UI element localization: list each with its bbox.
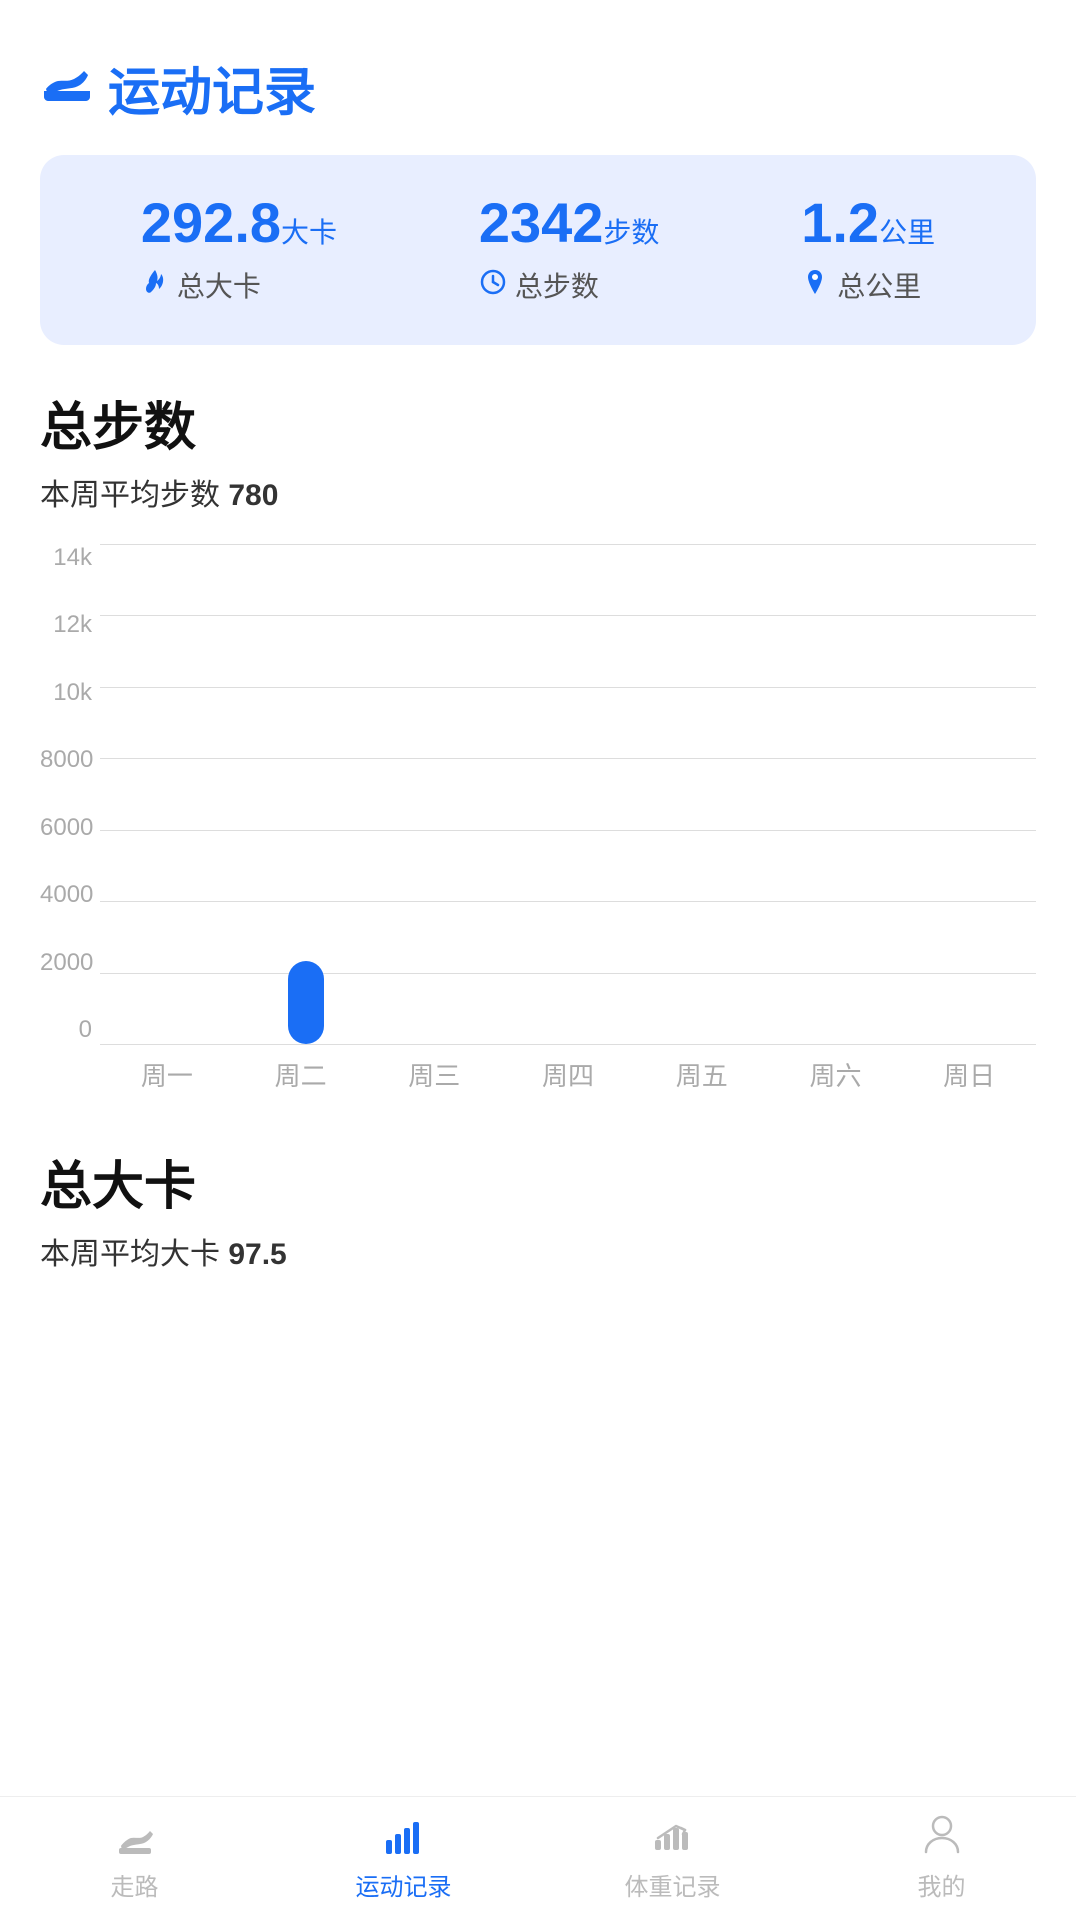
nav-item-walking[interactable]: 走路 <box>0 1812 269 1902</box>
steps-section-title: 总步数 <box>40 385 1036 460</box>
stats-card: 292.8大卡 总大卡 2342步数 <box>40 155 1036 345</box>
stat-calories: 292.8大卡 总大卡 <box>141 195 337 305</box>
y-label-6000: 6000 <box>40 814 100 842</box>
steps-value: 2342步数 <box>479 195 660 251</box>
y-label-8000: 8000 <box>40 746 100 774</box>
nav-label-profile: 我的 <box>918 1867 966 1902</box>
stat-distance: 1.2公里 总公里 <box>801 195 935 305</box>
weight-icon <box>651 1812 695 1861</box>
x-label-tue: 周二 <box>234 1056 368 1093</box>
x-label-sat: 周六 <box>769 1056 903 1093</box>
stat-steps: 2342步数 总步数 <box>479 195 660 305</box>
x-label-mon: 周一 <box>100 1056 234 1093</box>
x-axis: 周一 周二 周三 周四 周五 周六 周日 <box>100 1044 1036 1104</box>
shoe-icon <box>40 55 92 120</box>
exercise-icon <box>382 1812 426 1861</box>
y-label-2000: 2000 <box>40 949 100 977</box>
profile-icon <box>920 1812 964 1861</box>
y-label-4000: 4000 <box>40 881 100 909</box>
nav-label-weight: 体重记录 <box>625 1867 721 1902</box>
header: 运动记录 <box>0 0 1076 145</box>
bottom-nav: 走路 运动记录 体重记录 <box>0 1796 1076 1916</box>
chart-grid-area <box>100 544 1036 1044</box>
pin-icon <box>801 268 829 303</box>
y-label-12k: 12k <box>40 611 100 639</box>
distance-label: 总公里 <box>801 265 921 305</box>
y-axis: 14k 12k 10k 8000 6000 4000 2000 0 <box>40 544 100 1044</box>
page: 运动记录 292.8大卡 总大卡 2342步数 <box>0 0 1076 1916</box>
fire-icon <box>141 268 169 303</box>
nav-label-exercise: 运动记录 <box>356 1867 452 1902</box>
x-label-wed: 周三 <box>367 1056 501 1093</box>
clock-icon <box>479 268 507 303</box>
bar-tue <box>241 961 372 1044</box>
steps-label: 总步数 <box>479 265 599 305</box>
calories-label: 总大卡 <box>141 265 261 305</box>
nav-item-weight[interactable]: 体重记录 <box>538 1812 807 1902</box>
page-title: 运动记录 <box>108 50 316 125</box>
walking-icon <box>113 1812 157 1861</box>
y-label-0: 0 <box>40 1016 100 1044</box>
y-label-14k: 14k <box>40 544 100 572</box>
steps-section-subtitle: 本周平均步数 780 <box>40 470 1036 514</box>
calories-section-subtitle: 本周平均大卡 97.5 <box>40 1229 1036 1273</box>
steps-section: 总步数 本周平均步数 780 14k 12k 10k 8000 6000 400… <box>0 385 1076 1104</box>
x-label-fri: 周五 <box>635 1056 769 1093</box>
steps-chart: 14k 12k 10k 8000 6000 4000 2000 0 <box>40 544 1036 1104</box>
calories-section: 总大卡 本周平均大卡 97.5 <box>0 1144 1076 1303</box>
x-label-sun: 周日 <box>902 1056 1036 1093</box>
calories-section-title: 总大卡 <box>40 1144 1036 1219</box>
calories-value: 292.8大卡 <box>141 195 337 251</box>
nav-item-profile[interactable]: 我的 <box>807 1812 1076 1902</box>
bars-container <box>100 544 1036 1044</box>
y-label-10k: 10k <box>40 679 100 707</box>
x-label-thu: 周四 <box>501 1056 635 1093</box>
distance-value: 1.2公里 <box>801 195 935 251</box>
nav-label-walking: 走路 <box>111 1867 159 1902</box>
nav-item-exercise[interactable]: 运动记录 <box>269 1812 538 1902</box>
